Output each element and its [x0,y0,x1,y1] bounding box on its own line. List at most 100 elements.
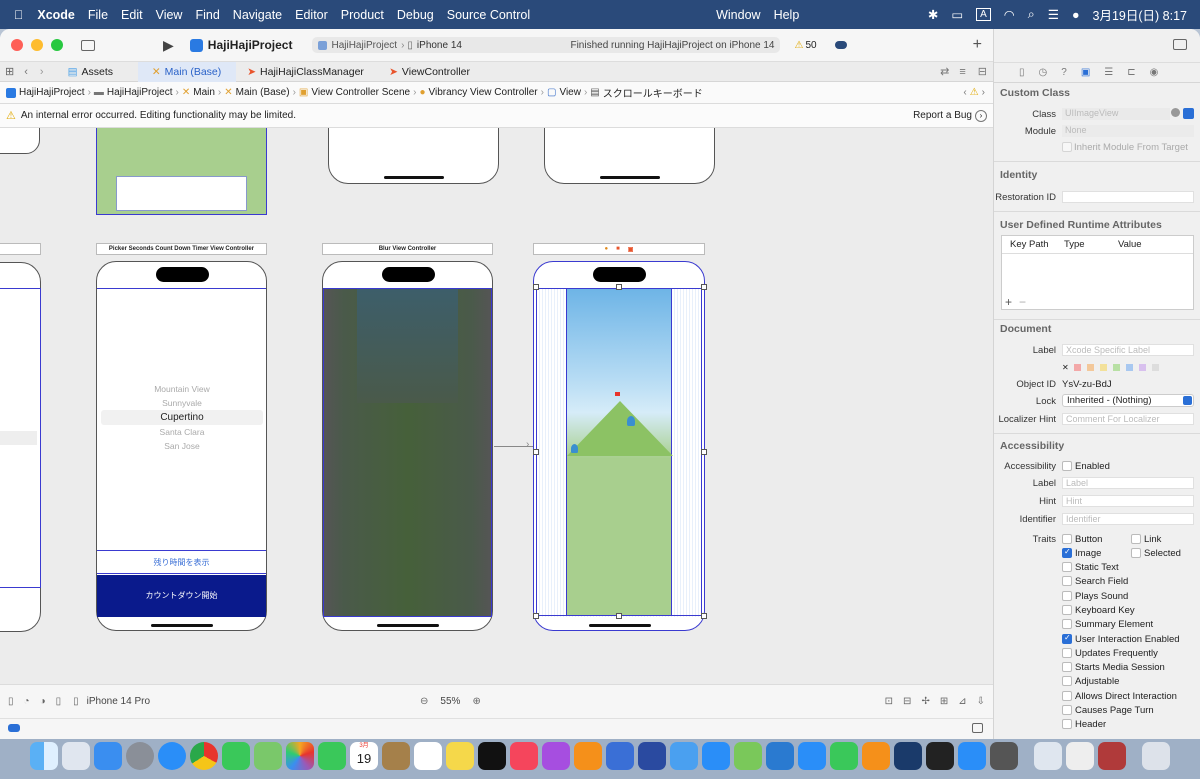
mail-icon[interactable] [94,742,122,770]
trait-checkbox[interactable] [1062,633,1072,644]
add-attribute-icon[interactable]: + [1005,295,1012,309]
size-inspector-icon[interactable]: ⊏ [1127,67,1135,78]
search-icon[interactable]: ⌕ [1028,7,1035,22]
editor-options-icon[interactable]: ≡ [959,66,965,78]
menu-help[interactable]: Help [774,8,800,22]
embed-icon[interactable]: ⊟ [903,696,911,707]
resize-handle[interactable] [533,613,539,619]
breadcrumb-item[interactable]: HajiHajiProject [19,87,85,98]
pencil-app-icon[interactable] [606,742,634,770]
trait-checkbox[interactable] [1062,619,1072,630]
pages-icon[interactable] [862,742,890,770]
trait-checkbox[interactable] [1062,705,1072,715]
picker-item[interactable]: Mountain View [101,382,263,396]
app-store-icon[interactable] [702,742,730,770]
color-swatch[interactable] [1112,363,1120,371]
show-remaining-button[interactable]: 残り時間を表示 [97,550,266,574]
attributes-inspector-icon[interactable]: ☰ [1104,67,1113,78]
arrow-right-circle-icon[interactable]: › [975,109,987,122]
trait-checkbox[interactable] [1062,690,1072,701]
download-icon[interactable]: ⇩ [977,696,985,707]
orientation-icon[interactable]: ▯ [56,696,62,707]
siri-icon[interactable]: ● [1072,8,1080,22]
resize-handle[interactable] [701,449,707,455]
trait-checkbox[interactable] [1062,576,1072,587]
tab-main-base[interactable]: ✕ Main (Base) [137,61,236,82]
trait-checkbox[interactable] [1062,562,1072,572]
scene-partial-right-top[interactable] [544,128,715,184]
dark-mode-icon[interactable]: ◑ [40,696,46,707]
calculator-icon[interactable] [990,742,1018,770]
trait-checkbox[interactable] [1062,719,1072,730]
class-dropdown-button[interactable] [1183,108,1194,119]
outline-toggle-icon[interactable]: ▯ [8,696,14,707]
dictionary-icon[interactable] [1098,742,1126,770]
scene-dock[interactable]: ● ■ ▣ [533,243,705,255]
wifi-icon[interactable]: ◠ [1004,7,1015,22]
label-color-swatches[interactable]: ✕ [1062,362,1194,372]
breadcrumb-item[interactable]: Main [193,87,215,98]
keynote-icon[interactable] [798,742,826,770]
trait-checkbox[interactable] [1062,676,1072,687]
breadcrumb-item[interactable]: Vibrancy View Controller [429,87,538,98]
inherit-module-checkbox[interactable] [1062,142,1072,152]
clear-color-icon[interactable]: ✕ [1062,363,1069,372]
music-icon[interactable] [510,742,538,770]
col-value[interactable]: Value [1118,239,1142,250]
books-icon[interactable] [574,742,602,770]
menu-editor[interactable]: Editor [295,8,328,22]
menu-product[interactable]: Product [341,8,384,22]
podcasts-icon[interactable] [542,742,570,770]
module-field[interactable]: None [1062,125,1194,137]
menu-file[interactable]: File [88,8,108,22]
resize-handle[interactable] [616,284,622,290]
acc-identifier-field[interactable]: Identifier [1062,513,1194,525]
text-field[interactable] [116,176,247,211]
warning-icon[interactable]: ⚠ [794,40,803,51]
input-mode-indicator[interactable]: A [976,8,991,21]
tab-viewcontroller[interactable]: ➤ ViewController [376,62,484,82]
safari-icon[interactable] [158,742,186,770]
picker-item[interactable]: Santa Clara [101,425,263,439]
identity-inspector-icon[interactable]: ▣ [1081,67,1090,78]
scheme-selector[interactable]: HajiHajiProject [331,40,397,51]
color-swatch[interactable] [1099,363,1107,371]
messages-icon[interactable] [222,742,250,770]
menu-window[interactable]: Window [716,8,760,22]
notes-icon[interactable] [446,742,474,770]
warning-count[interactable]: 50 [805,40,816,51]
launchpad-icon[interactable] [62,742,90,770]
trash-icon[interactable] [1142,742,1170,770]
issue-prev-icon[interactable]: ‹ [963,87,966,98]
scene-partial-green[interactable] [96,128,267,215]
remove-attribute-icon[interactable]: − [1019,295,1026,309]
zoom-icon[interactable] [958,742,986,770]
breadcrumb-item[interactable]: Main (Base) [236,87,290,98]
acc-label-field[interactable]: Label [1062,477,1194,489]
color-swatch[interactable] [1151,363,1159,371]
menu-debug[interactable]: Debug [397,8,434,22]
trait-checkbox[interactable] [1062,534,1072,544]
apple-menu-icon[interactable]:  [14,8,23,22]
picker-item-selected[interactable]: Cupertino [101,410,263,425]
menu-find[interactable]: Find [195,8,219,22]
first-responder-icon[interactable]: ■ [616,246,620,252]
resolve-issues-icon[interactable]: ⊿ [958,696,966,707]
lock-select[interactable]: Inherited - (Nothing) [1062,394,1194,407]
zoom-window-button[interactable] [51,39,63,51]
close-window-button[interactable] [11,39,23,51]
vscode-icon[interactable] [766,742,794,770]
xcode-tool-icon[interactable] [670,742,698,770]
reminders-icon[interactable] [414,742,442,770]
class-field[interactable]: UIImageView [1062,108,1170,120]
resize-handle[interactable] [701,284,707,290]
trait-checkbox[interactable] [1062,647,1072,658]
maps-icon[interactable] [254,742,282,770]
device-config-label[interactable]: iPhone 14 Pro [87,696,150,707]
breadcrumb-item[interactable]: View Controller Scene [311,87,410,98]
menu-view[interactable]: View [156,8,183,22]
picker-item[interactable]: Sunnyvale [101,396,263,410]
issue-next-icon[interactable]: › [982,87,985,98]
trait-checkbox[interactable] [1062,547,1072,558]
tv-icon[interactable] [478,742,506,770]
